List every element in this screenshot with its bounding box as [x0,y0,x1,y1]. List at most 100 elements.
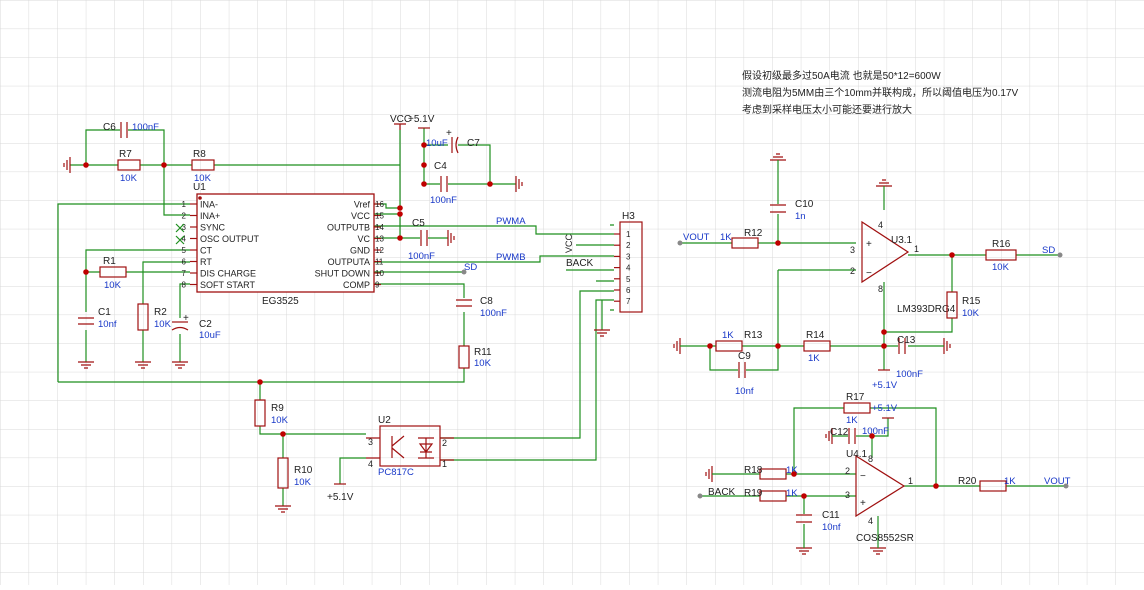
h3-pin-number: 3 [626,252,631,261]
u1-pin-name: CT [200,246,212,256]
c9-value: 10nf [735,386,754,397]
r16-ref: R16 [992,239,1011,250]
r19-ref: R19 [744,488,763,499]
u1-part: EG3525 [262,296,299,307]
pwma-net-label: PWMA [496,216,526,227]
r14-ref: R14 [806,330,825,341]
c1-value: 10nf [98,319,117,330]
r18-ref: R18 [744,465,763,476]
c2-value: 10uF [199,330,221,341]
u1-pin-name: SYNC [200,223,226,233]
u3-pin2: 2 [850,266,855,276]
u3-pin8: 8 [878,284,883,294]
c5-ref: C5 [412,218,425,229]
u3-ref: U3.1 [891,235,913,246]
r10-ref: R10 [294,465,313,476]
u1-pin-name: SHUT DOWN [315,269,370,279]
r15-value: 10K [962,308,980,319]
r14-value: 1K [808,353,820,364]
u1-pin-name: OUTPUTB [327,223,370,233]
u1-pin-name: INA- [200,200,218,210]
c5-value: 100nF [408,251,435,262]
r16-value: 10K [992,262,1010,273]
u4-pin4: 4 [868,516,873,526]
opto-pin2: 2 [442,438,447,448]
schematic: 假设初级最多过50A电流 也就是50*12=600W 测流电阻为5MM由三个10… [0,0,1144,585]
vcc-h3-label: VCC [564,233,574,253]
c2-plus-sign: + [183,313,189,324]
r2-value: 10K [154,319,172,330]
back-port [697,493,703,499]
u1-pin-name: VC [357,234,370,244]
r7-ref: R7 [119,149,132,160]
u1-pin-number: 14 [375,223,384,232]
pwmb-net-label: PWMB [496,252,526,263]
note-line-1: 假设初级最多过50A电流 也就是50*12=600W [742,69,941,82]
c1-ref: C1 [98,307,111,318]
r19-value: 1K [786,488,798,499]
u1-pin-number: 8 [182,281,187,290]
sd-port-right [1057,252,1063,258]
r13-ref: R13 [744,330,763,341]
h3-pin-number: 2 [626,241,631,250]
c9-ref: C9 [738,351,751,362]
u1-pin-number: 1 [182,200,187,209]
r1-value: 10K [104,280,122,291]
r11-ref: R11 [474,347,492,358]
c13-value: 100nF [896,369,923,380]
c4-value: 100nF [430,195,457,206]
u1-pin-number: 6 [182,258,187,267]
c8-value: 100nF [480,308,507,319]
u4-pin1: 1 [908,476,913,486]
u1-pin-number: 7 [182,269,187,278]
r1-ref: R1 [103,256,116,267]
u1-pin-number: 10 [375,269,384,278]
u3-pin1: 1 [914,244,919,254]
u4-pin2: 2 [845,466,850,476]
u3-pin4: 4 [878,220,883,230]
sd-net-label-right: SD [1042,245,1055,256]
schematic-canvas: 假设初级最多过50A电流 也就是50*12=600W 测流电阻为5MM由三个10… [0,0,1144,585]
u4-minus-sign: − [860,471,866,482]
c13-ref: C13 [897,335,916,346]
u1-pin-name: GND [350,246,371,256]
back-net-label-left: BACK [566,258,594,269]
u1-pin-number: 2 [182,212,187,221]
vout-port-out [1063,483,1069,489]
r8-value: 10K [194,173,212,184]
c12-value: 100nF [862,426,889,437]
u1-pin-name: RT [200,257,212,267]
opto-pin3: 3 [368,437,373,447]
r20-value: 1K [1004,476,1016,487]
note-line-2: 测流电阻为5MM由三个10mm并联构成，所以阈值电压为0.17V [742,86,1018,99]
c11-ref: C11 [822,510,840,521]
r11-value: 10K [474,358,492,369]
u1-pin-name: COMP [343,280,370,290]
u1-pin-name: Vref [354,200,371,210]
u1-pin-number: 11 [375,258,384,267]
c7-value: 10uF [426,138,448,149]
c4-ref: C4 [434,161,447,172]
r12-ref: R12 [744,228,763,239]
u1-pin-name: OSC OUTPUT [200,234,260,244]
v51-net-label: +5.1V [408,114,435,125]
r9-ref: R9 [271,403,284,414]
c7-ref: C7 [467,138,480,149]
c11-value: 10nf [822,522,841,533]
vout-port-in [677,240,683,246]
h3-pin-number: 6 [626,286,631,295]
u3-plus-sign: + [866,239,872,250]
r15-ref: R15 [962,296,981,307]
u1-pin-number: 13 [375,235,384,244]
u1-pin-number: 15 [375,212,384,221]
r13-value: 1K [722,330,734,341]
r10-value: 10K [294,477,312,488]
h3-pin-number: 1 [626,230,631,239]
v51-comparator-net: +5.1V [872,380,898,391]
c10-ref: C10 [795,199,814,210]
u1-pin-name: INA+ [200,211,220,221]
r17-ref: R17 [846,392,865,403]
vout-net-label-in: VOUT [683,232,710,243]
u4-plus-sign: + [860,498,866,509]
c12-ref: C12 [830,427,849,438]
